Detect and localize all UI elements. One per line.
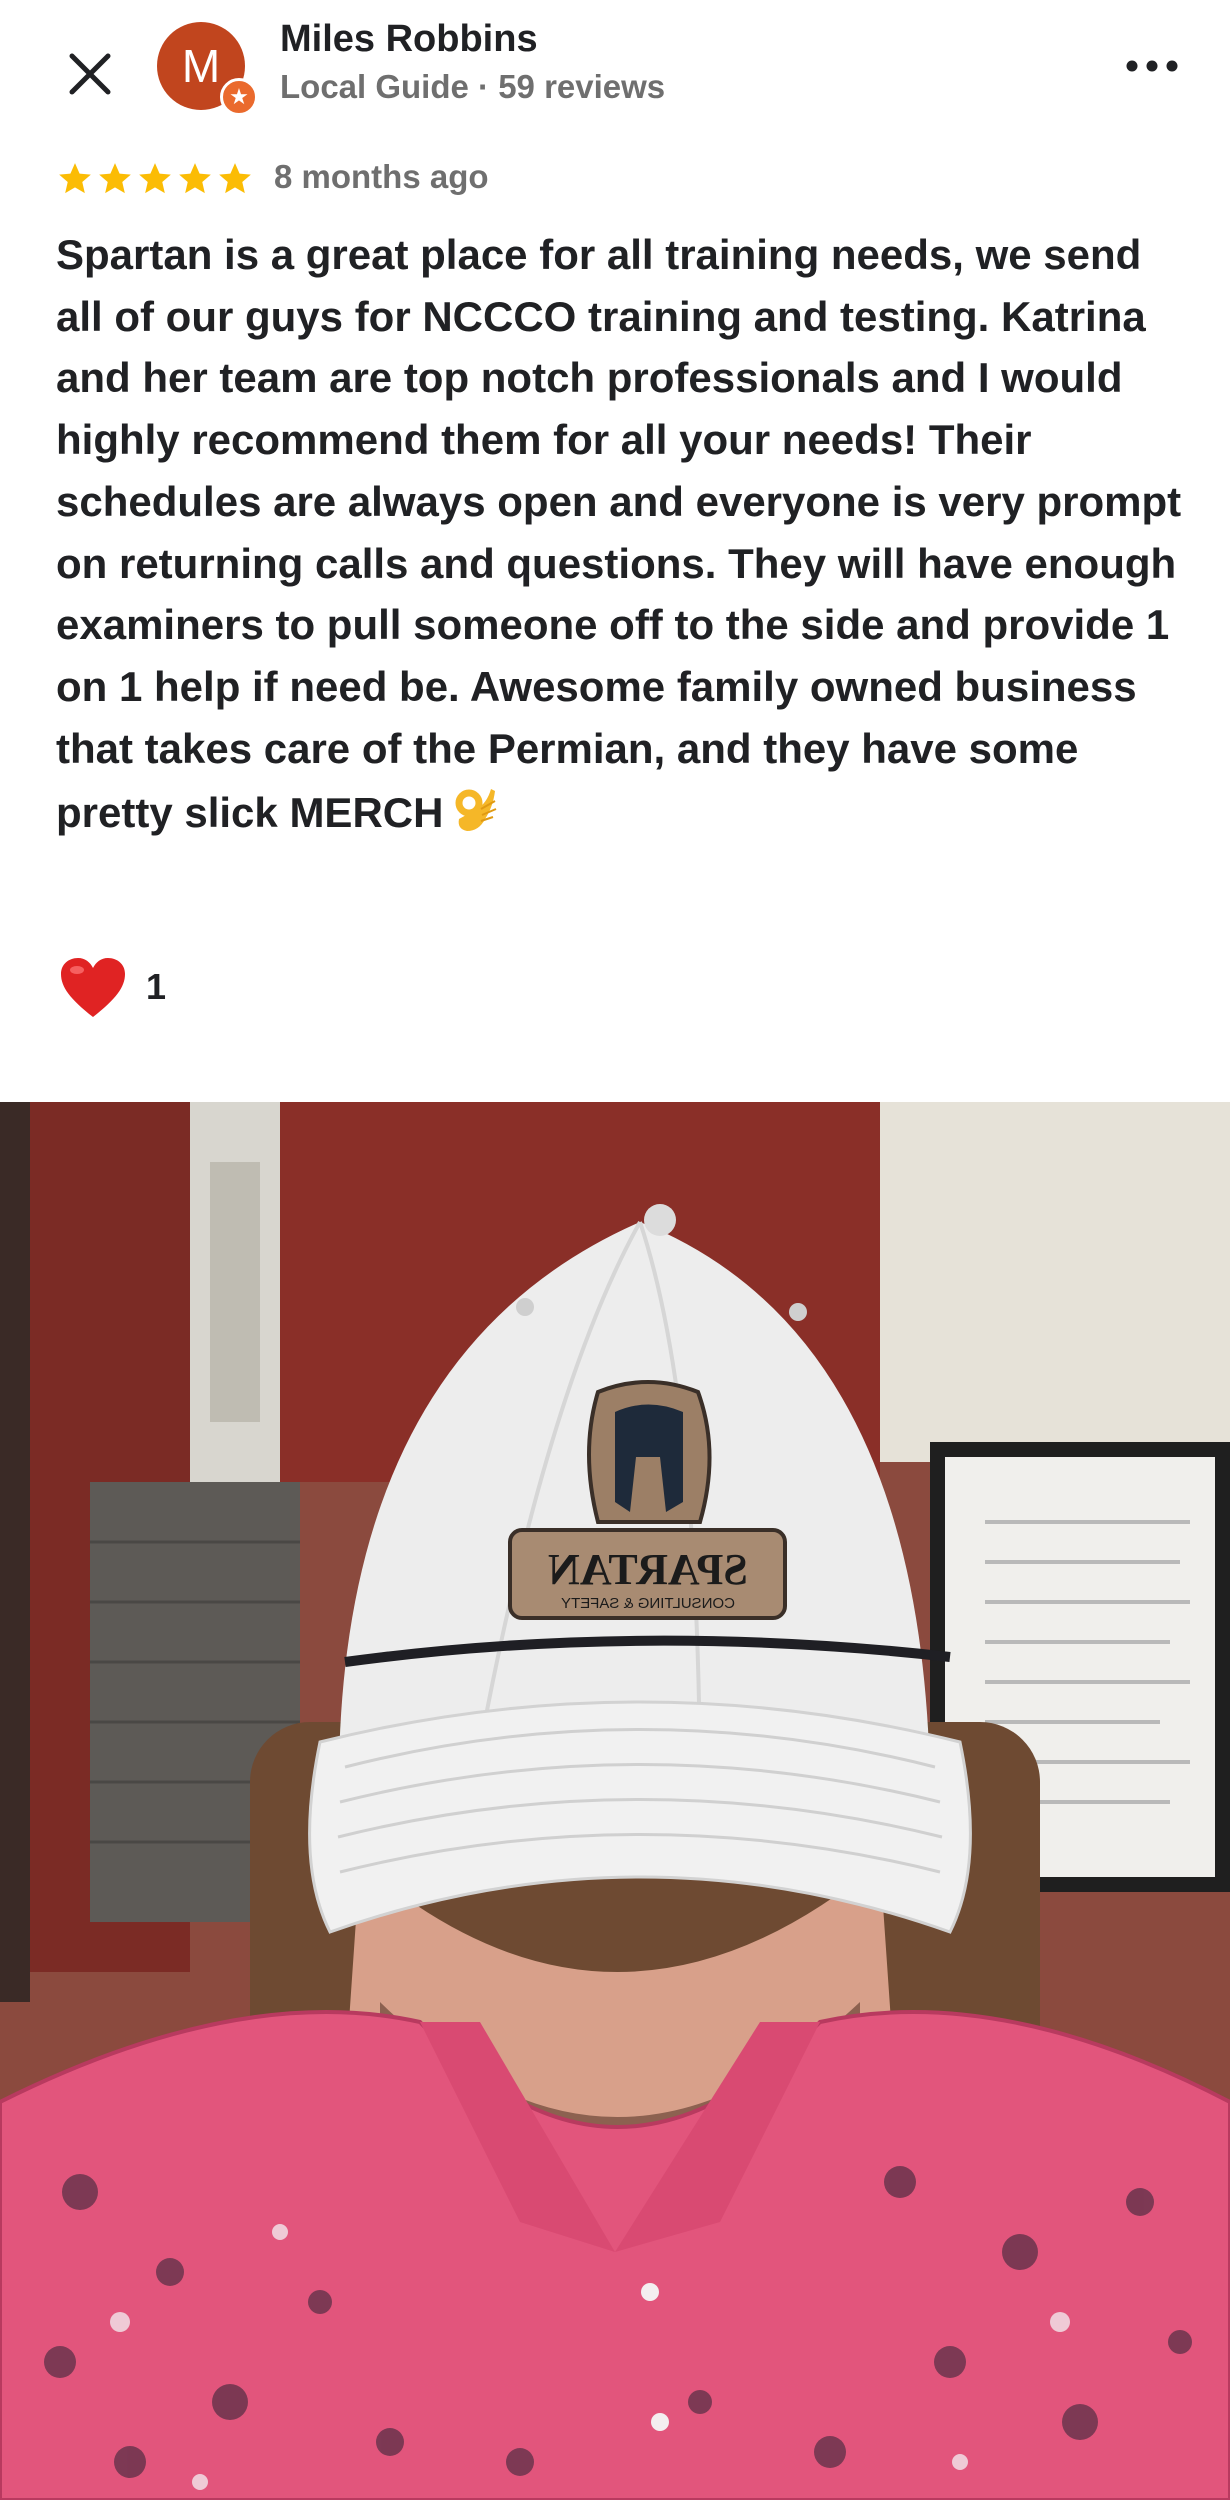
star-icon [59, 163, 91, 194]
review-photo[interactable]: SPARTAN CONSULTING & SAFETY [0, 1102, 1230, 2500]
close-button[interactable] [56, 40, 124, 108]
review-time: 8 months ago [274, 158, 489, 195]
svg-text:CONSULTING & SAFETY: CONSULTING & SAFETY [561, 1595, 735, 1612]
reaction-count: 1 [146, 966, 167, 1007]
review-body: Spartan is a great place for all trainin… [56, 231, 1182, 837]
review-photo-illustration: SPARTAN CONSULTING & SAFETY [0, 1102, 1230, 2500]
heart-icon [61, 958, 125, 1017]
more-horizontal-icon [1126, 60, 1178, 72]
star-icon [219, 163, 251, 194]
star-icon [139, 163, 171, 194]
svg-text:SPARTAN: SPARTAN [548, 1545, 748, 1594]
reviewer-meta: Local Guide · 59 reviews [280, 68, 666, 105]
reviewer-name[interactable]: Miles Robbins [280, 18, 538, 61]
close-icon [69, 53, 111, 95]
star-icon [179, 163, 211, 194]
star-badge-icon: ★ [220, 78, 258, 116]
star-icon [99, 163, 131, 194]
more-options-button[interactable] [1118, 42, 1186, 82]
ok-hand-emoji [455, 789, 497, 832]
star-rating [56, 154, 254, 204]
like-button[interactable] [58, 955, 128, 1021]
review-text: Spartan is a great place for all trainin… [56, 224, 1196, 844]
